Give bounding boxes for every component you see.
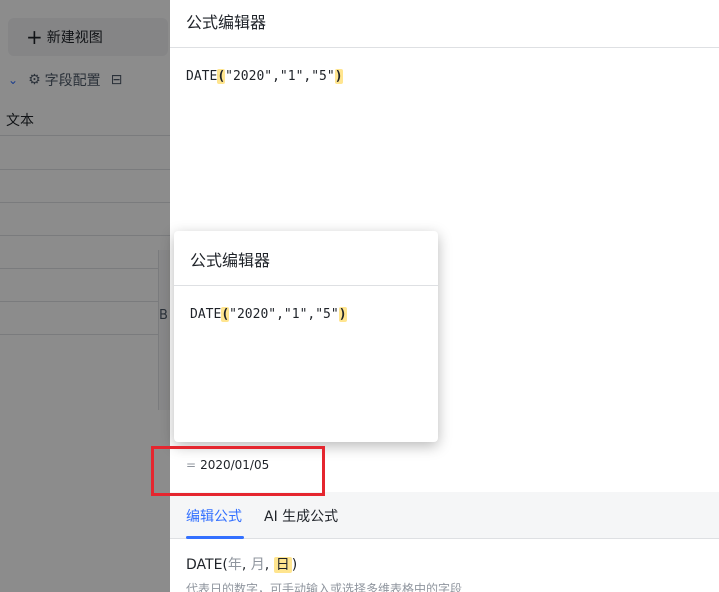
formula-input[interactable]: DATE("2020","1","5") — [186, 69, 343, 84]
formula-editor-popup: 公式编辑器 DATE("2020","1","5") — [174, 231, 438, 442]
formula-function: DATE — [190, 307, 222, 322]
formula-close-paren: ) — [338, 307, 347, 322]
formula-open-paren: ( — [221, 307, 230, 322]
tab-ai-formula[interactable]: AI 生成公式 — [264, 506, 338, 526]
formula-close-paren: ) — [334, 69, 343, 84]
divider — [170, 47, 719, 48]
popup-title: 公式编辑器 — [190, 251, 271, 270]
annotation-highlight-box — [151, 446, 325, 496]
arg-day: 日 — [273, 557, 292, 573]
popup-formula-input[interactable]: DATE("2020","1","5") — [190, 307, 347, 322]
formula-open-paren: ( — [217, 69, 226, 84]
arg-month: 月 — [250, 557, 265, 573]
divider — [174, 285, 438, 286]
sig-comma: , — [241, 557, 251, 573]
formula-tabs: 编辑公式 AI 生成公式 — [170, 492, 719, 539]
formula-args: "2020","1","5" — [229, 307, 339, 322]
active-tab-indicator — [186, 536, 244, 539]
tab-edit-formula[interactable]: 编辑公式 — [186, 506, 242, 526]
sig-close-paren: ) — [291, 557, 298, 573]
panel-title: 公式编辑器 — [186, 13, 267, 32]
function-signature: DATE(年, 月, 日) — [186, 554, 297, 574]
arg-year: 年 — [227, 557, 242, 573]
formula-function: DATE — [186, 69, 218, 84]
formula-args: "2020","1","5" — [225, 69, 335, 84]
sig-comma: , — [264, 557, 274, 573]
function-description: 代表日的数字，可手动输入或选择多维表格中的字段 — [186, 582, 463, 592]
function-name: DATE — [186, 557, 223, 573]
